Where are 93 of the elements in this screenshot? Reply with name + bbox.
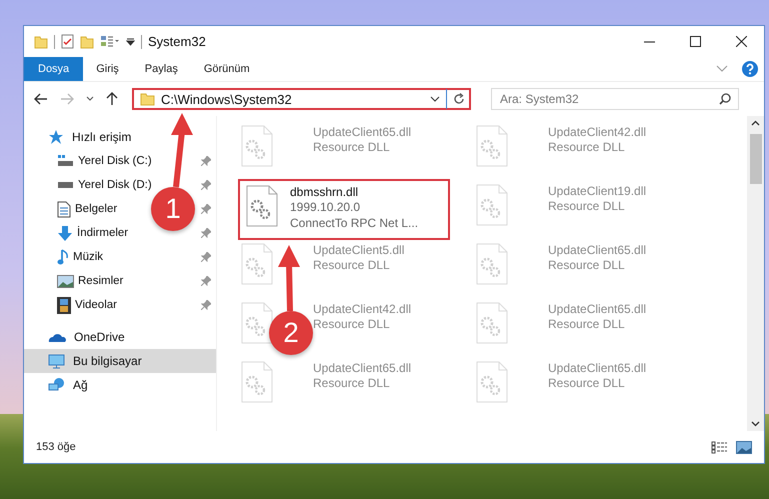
window-title: System32 [148, 34, 206, 49]
refresh-icon[interactable] [453, 93, 465, 105]
gear-file-icon [241, 243, 273, 285]
file-detail: Resource DLL [548, 257, 626, 273]
file-detail: Resource DLL [548, 375, 626, 391]
scrollbar-thumb[interactable] [750, 134, 762, 184]
large-icons-view-icon[interactable] [736, 440, 752, 454]
sidebar-label: Yerel Disk (C:) [78, 155, 152, 167]
sidebar-item[interactable]: Bu bilgisayar [24, 349, 216, 373]
sidebar-item[interactable]: OneDrive [24, 325, 216, 349]
ribbon-tab[interactable]: Giriş [83, 57, 132, 81]
close-icon [736, 36, 746, 47]
file-detail: Resource DLL [548, 316, 626, 332]
search-icon [719, 93, 731, 105]
sidebar-label: OneDrive [74, 330, 125, 344]
gear-file-icon [476, 361, 508, 403]
chevron-down-icon[interactable] [751, 421, 760, 427]
details-view-icon[interactable] [711, 440, 728, 454]
file-name[interactable]: dbmsshrn.dll [290, 185, 418, 199]
monitor-icon [48, 354, 65, 368]
gear-file-icon [241, 302, 273, 344]
annotation-arrow [278, 245, 300, 312]
sidebar-label: Yerel Disk (D:) [78, 179, 152, 191]
cloud-icon [48, 331, 66, 343]
pin-icon[interactable] [201, 156, 211, 166]
chevron-down-icon[interactable] [86, 96, 94, 102]
file-detail: Resource DLL [313, 375, 391, 391]
sidebar-label: İndirmeler [77, 227, 128, 239]
chevron-down-icon[interactable] [430, 96, 440, 102]
up-arrow-icon[interactable] [106, 92, 118, 106]
film-icon [57, 296, 71, 314]
sidebar-label: Videolar [75, 299, 117, 311]
gear-file-icon [476, 125, 508, 167]
pin-icon[interactable] [201, 300, 211, 310]
sidebar-item[interactable]: Belgeler [24, 197, 118, 221]
file-detail: Resource DLL [313, 257, 391, 273]
sidebar-item[interactable]: Resimler [24, 269, 124, 293]
sidebar-label: Ağ [73, 378, 88, 392]
properties-icon[interactable] [100, 35, 120, 48]
sidebar-label: Müzik [73, 251, 104, 263]
file-detail: Resource DLL [313, 316, 391, 332]
folder-icon [34, 34, 48, 48]
pin-icon[interactable] [201, 180, 211, 190]
help-icon[interactable] [742, 61, 758, 77]
file-detail: Resource DLL [548, 139, 626, 155]
gear-file-icon [476, 184, 508, 226]
music-note-icon [57, 248, 69, 266]
minimize-icon [644, 40, 654, 42]
star-icon [48, 129, 64, 145]
file-detail: ConnectTo RPC Net L... [290, 215, 418, 231]
highlighted-file-item[interactable]: dbmsshrn.dll 1999.10.20.0 ConnectTo RPC Net L... [238, 179, 450, 240]
scrollbar[interactable] [747, 116, 764, 431]
sidebar-item[interactable]: Yerel Disk (C:) [24, 149, 152, 173]
sidebar-item[interactable]: Yerel Disk (D:) [24, 173, 152, 197]
drive-icon [57, 154, 74, 168]
sidebar-label: Resimler [78, 275, 124, 287]
sidebar-label: Bu bilgisayar [73, 354, 142, 368]
gear-file-icon [476, 302, 508, 344]
folder-icon [140, 92, 155, 106]
ribbon-tab[interactable]: Paylaş [132, 57, 191, 81]
pin-icon[interactable] [201, 252, 211, 262]
drive-icon [57, 181, 74, 189]
gear-file-icon [476, 243, 508, 285]
pin-icon[interactable] [201, 228, 211, 238]
chevron-up-icon[interactable] [751, 120, 760, 126]
file-detail: Resource DLL [313, 139, 391, 155]
ribbon-tab[interactable]: Görünüm [190, 57, 263, 81]
picture-icon [57, 274, 74, 288]
address-bar[interactable]: C:\Windows\System32 [132, 88, 471, 110]
gear-file-icon [241, 125, 273, 167]
file-detail: Resource DLL [548, 198, 626, 214]
sidebar-item[interactable]: Hızlı erişim [24, 125, 216, 149]
item-count: 153 öğe [36, 441, 76, 453]
download-arrow-icon [57, 224, 73, 242]
sidebar-item[interactable]: Ağ [24, 373, 216, 397]
sidebar-item[interactable]: Müzik [24, 245, 104, 269]
pin-icon[interactable] [201, 276, 211, 286]
sidebar-label: Hızlı erişim [72, 130, 132, 144]
sidebar-item[interactable]: İndirmeler [24, 221, 128, 245]
checklist-icon [61, 34, 74, 49]
gear-file-icon [241, 361, 273, 403]
gear-file-icon [246, 185, 278, 227]
dropdown-icon[interactable] [126, 37, 135, 46]
network-icon [48, 377, 65, 393]
ribbon-tab[interactable]: Dosya [24, 57, 84, 81]
document-icon [57, 200, 71, 218]
search-field[interactable]: Ara: System32 [491, 88, 739, 110]
pin-icon[interactable] [201, 204, 211, 214]
sidebar-label: Belgeler [75, 203, 118, 215]
file-detail: 1999.10.20.0 [290, 199, 362, 215]
maximize-icon [690, 36, 700, 47]
back-arrow-icon[interactable] [34, 93, 48, 105]
sidebar-item[interactable]: Videolar [24, 293, 117, 317]
